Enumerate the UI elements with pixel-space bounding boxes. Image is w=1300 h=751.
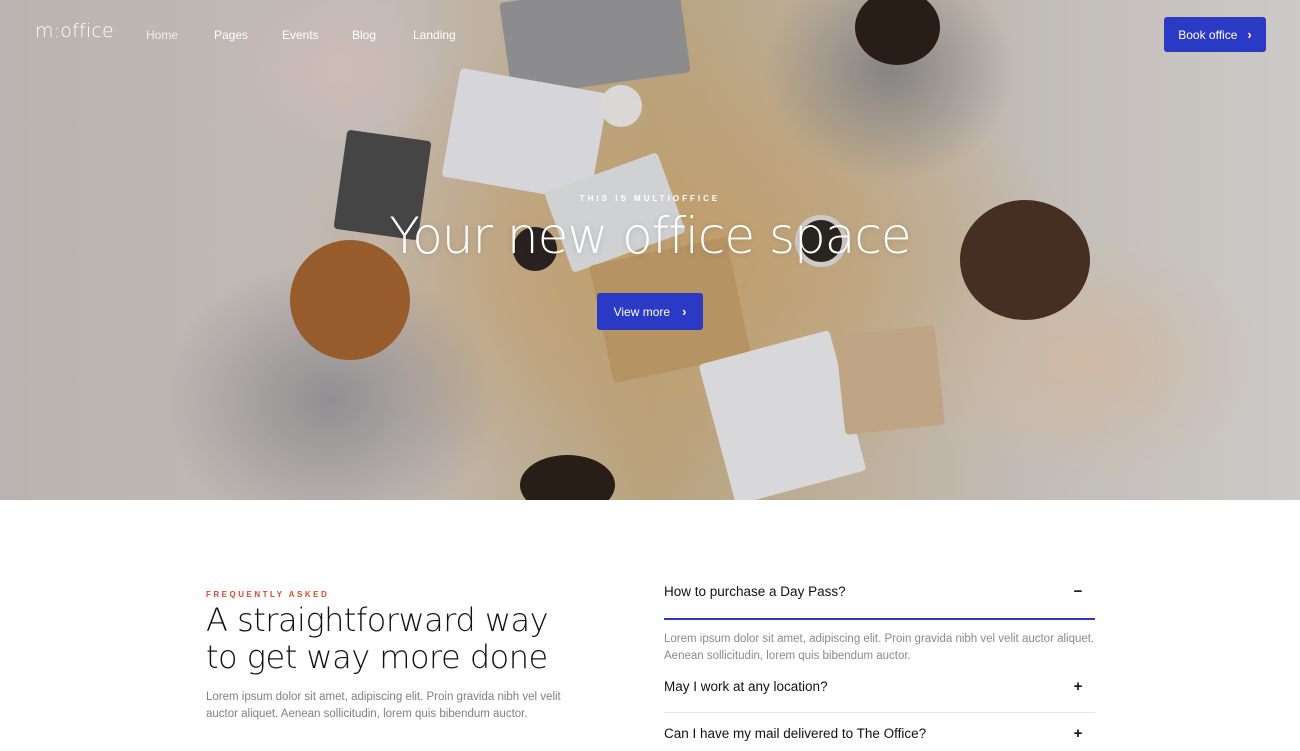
view-more-button[interactable]: View more › <box>597 293 703 330</box>
accordion-answer: Lorem ipsum dolor sit amet, adipiscing e… <box>664 633 1095 662</box>
plus-icon[interactable]: + <box>1071 678 1085 695</box>
accordion-question[interactable]: How to purchase a Day Pass? <box>664 584 846 599</box>
logo[interactable]: m:office <box>35 20 114 42</box>
nav-link-pages[interactable]: Pages <box>214 28 248 42</box>
accordion-item-mail[interactable]: Can I have my mail delivered to The Offi… <box>664 725 1095 742</box>
book-office-label: Book office <box>1178 27 1238 42</box>
nav-link-landing[interactable]: Landing <box>413 28 456 42</box>
accordion-active-divider <box>664 618 1095 620</box>
nav-link-blog[interactable]: Blog <box>352 28 376 42</box>
accordion-item-location[interactable]: May I work at any location? + <box>664 678 1095 695</box>
nav-link-events[interactable]: Events <box>282 28 319 42</box>
accordion-question[interactable]: May I work at any location? <box>664 679 828 694</box>
view-more-label: View more <box>613 304 671 319</box>
faq-eyebrow: FREQUENTLY ASKED <box>206 590 330 599</box>
accordion-item-day-pass[interactable]: How to purchase a Day Pass? − <box>664 583 1095 600</box>
nav-link-home[interactable]: Home <box>146 28 178 42</box>
minus-icon[interactable]: − <box>1071 583 1085 600</box>
accordion-question[interactable]: Can I have my mail delivered to The Offi… <box>664 726 926 741</box>
chevron-right-icon: › <box>1247 27 1252 42</box>
faq-title: A straightforward way to get way more do… <box>206 601 549 676</box>
hero-section: m:office Home Pages Events Blog Landing … <box>0 0 1300 500</box>
faq-description: Lorem ipsum dolor sit amet, adipiscing e… <box>206 691 561 720</box>
book-office-button[interactable]: Book office › <box>1164 17 1266 52</box>
top-nav: m:office Home Pages Events Blog Landing … <box>0 0 1300 70</box>
hero-title: Your new office space <box>389 207 911 265</box>
accordion-divider <box>664 712 1095 713</box>
hero-eyebrow: THIS IS MULTIOFFICE <box>579 194 721 203</box>
plus-icon[interactable]: + <box>1071 725 1085 742</box>
chevron-right-icon: › <box>682 304 687 319</box>
